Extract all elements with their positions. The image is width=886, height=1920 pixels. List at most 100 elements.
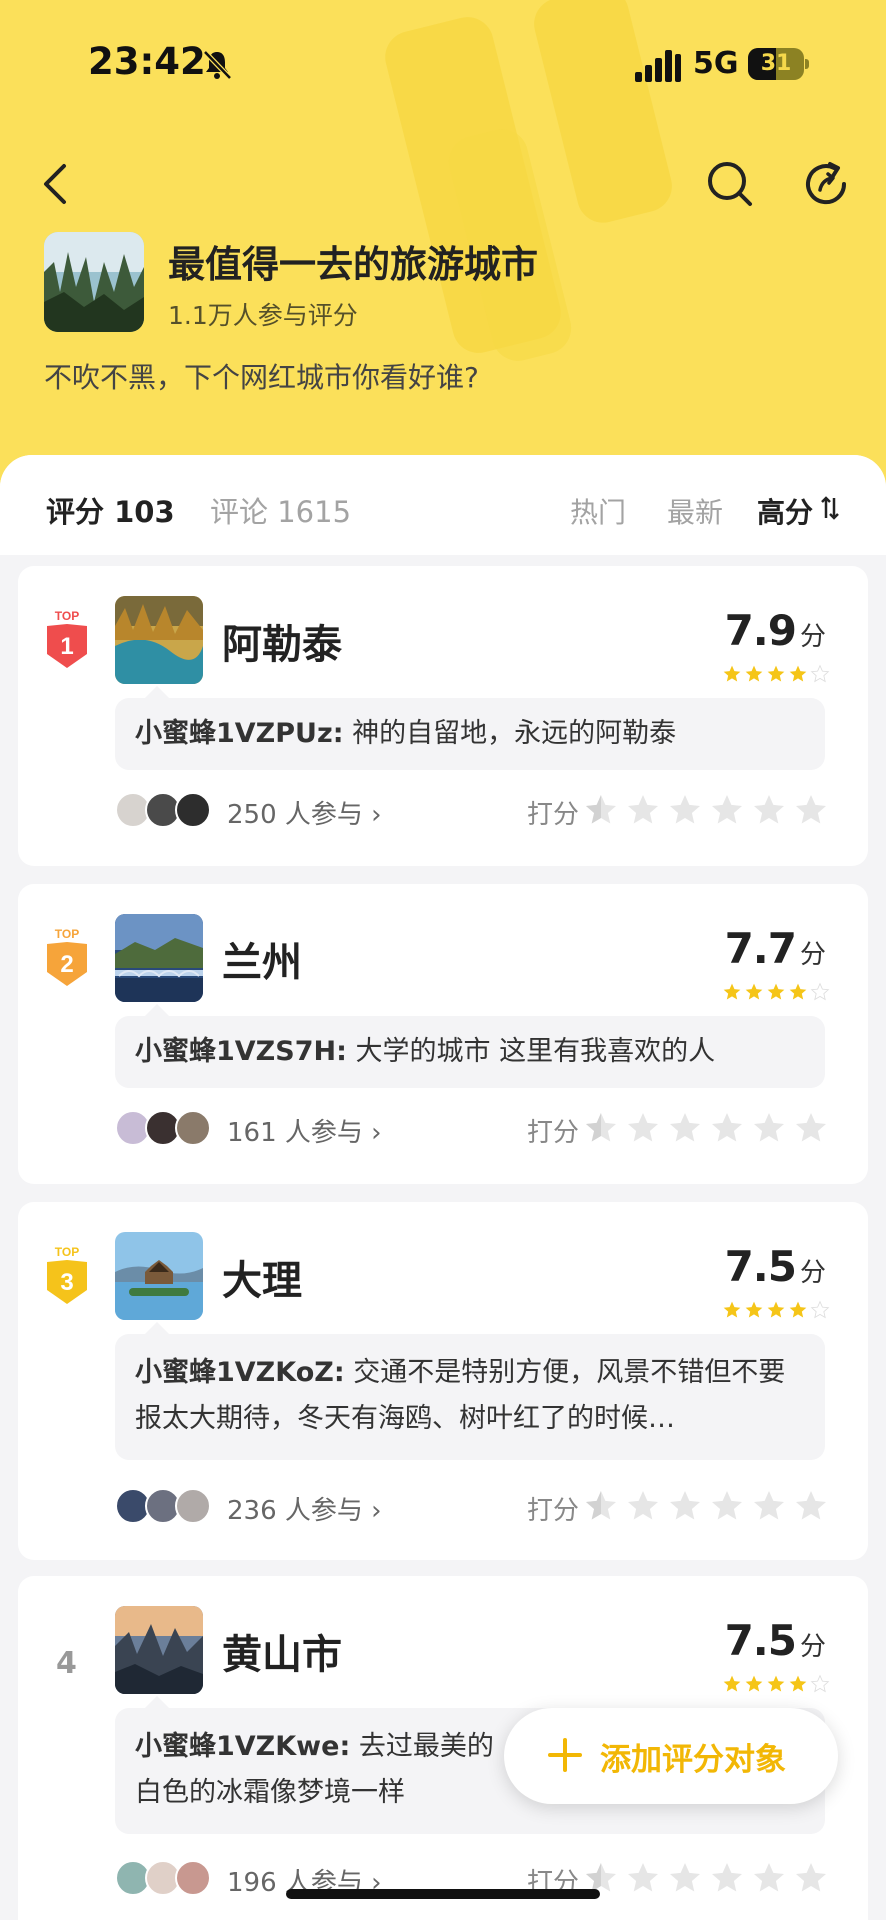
topic-description: 不吹不黑，下个网红城市你看好谁? [44,361,479,394]
star-icon [745,1675,763,1692]
star-icon [745,983,763,1000]
plus-icon [548,1738,582,1772]
participant-avatars [115,1860,225,1898]
avatar [175,792,211,828]
svg-text:1: 1 [60,633,73,660]
rank-badge-icon: TOP 3 [47,1246,87,1304]
mute-bell-icon [203,50,232,80]
star-icon [796,1863,826,1892]
city-name: 兰州 [222,940,302,986]
city-thumbnail [115,914,203,1002]
star-icon [745,1301,763,1318]
rate-stars[interactable] [583,792,829,828]
battery-level: 31 [760,51,792,76]
tab-comments[interactable]: 评论 1615 [210,489,351,531]
participant-count: 1.1万人参与评分 [168,301,358,330]
topic-header: 23:42 5G 31 最值得一去的旅游城市 1.1万人参与评分 不吹不黑，下个… [0,0,886,500]
back-arrow-icon[interactable] [30,158,82,210]
star-icon [796,795,826,824]
star-icon [628,1113,658,1142]
city-name: 黄山市 [222,1632,342,1678]
star-icon [767,1301,785,1318]
status-bar: 23:42 5G 31 [0,0,886,130]
star-icon [723,983,741,1000]
star-icon [670,795,700,824]
sort-hot[interactable]: 热门 [570,491,626,531]
page-title: 最值得一去的旅游城市 [168,243,538,286]
star-icon [810,1300,830,1319]
score-stars [722,982,830,1002]
signal-icon [635,50,681,82]
star-icon [628,795,658,824]
participants-link[interactable]: 236 人参与 › [227,1490,382,1527]
avatar [175,1110,211,1146]
participant-avatars [115,1110,225,1148]
star-icon [754,1863,784,1892]
sort-order-icon[interactable] [820,495,840,521]
star-icon [767,1675,785,1692]
city-score: 7.5 分 [724,1616,826,1665]
city-score: 7.9 分 [724,606,826,655]
star-icon [754,795,784,824]
rate-stars[interactable] [583,1110,829,1146]
rank-badge-icon: TOP 2 [47,928,87,986]
rank-card-3[interactable]: TOP 3 大理 7.5 分 小蜜蜂1VZKoZ: 交通不是特别方便，风景不错但不… [18,1202,868,1560]
search-icon[interactable] [704,158,756,210]
star-icon [723,665,741,682]
rate-label: 打分 [527,1118,580,1148]
avatar [175,1488,211,1524]
rank-card-2[interactable]: TOP 2 兰州 7.7 分 小蜜蜂1VZS7H: 大学的城市 这里有我喜欢的人 … [18,884,868,1184]
card-footer: 236 人参与 › 打分 [115,1486,826,1528]
tab-bar: 评分 103 评论 1615 热门 最新 高分 [0,455,886,555]
city-thumbnail [115,596,203,684]
participant-avatars [115,792,225,830]
participant-avatars [115,1488,225,1526]
star-icon [789,983,807,1000]
rate-stars[interactable] [583,1488,829,1524]
rank-badge-icon: TOP 1 [47,610,87,668]
star-icon [628,1491,658,1520]
star-icon [767,983,785,1000]
top-comment: 小蜜蜂1VZKoZ: 交通不是特别方便，风景不错但不要报太大期待，冬天有海鸥、树… [115,1322,825,1460]
top-comment: 小蜜蜂1VZS7H: 大学的城市 这里有我喜欢的人 [115,1004,825,1088]
star-icon [745,665,763,682]
participants-link[interactable]: 250 人参与 › [227,794,382,831]
participants-link[interactable]: 161 人参与 › [227,1112,382,1149]
share-icon[interactable] [800,158,852,210]
star-icon [723,1675,741,1692]
rate-stars[interactable] [583,1860,829,1896]
sort-high[interactable]: 高分 [757,491,813,531]
star-icon [712,1863,742,1892]
star-icon [670,1113,700,1142]
rate-label: 打分 [527,800,580,830]
score-stars [722,664,830,684]
home-indicator[interactable] [286,1889,600,1899]
battery-icon: 31 [748,48,809,80]
city-name: 大理 [222,1258,302,1304]
sort-new[interactable]: 最新 [667,491,723,531]
star-icon [754,1113,784,1142]
topic-cover-image [44,232,144,332]
star-icon [712,1113,742,1142]
star-icon [754,1491,784,1520]
star-icon [723,1301,741,1318]
star-icon [789,1301,807,1318]
star-icon [670,1863,700,1892]
svg-text:TOP: TOP [55,1246,79,1259]
star-icon [712,795,742,824]
status-time: 23:42 [88,40,206,83]
star-icon [586,795,616,824]
tab-rating[interactable]: 评分 103 [46,489,175,531]
star-icon [628,1863,658,1892]
star-icon [670,1491,700,1520]
svg-text:3: 3 [60,1269,73,1296]
star-icon [796,1491,826,1520]
rank-card-1[interactable]: TOP 1 阿勒泰 7.9 分 小蜜蜂1VZPUz: 神的自留地，永远的阿勒泰 2… [18,566,868,866]
star-icon [796,1113,826,1142]
city-score: 7.5 分 [724,1242,826,1291]
star-icon [810,982,830,1001]
add-rating-target-label: 添加评分对象 [600,1742,786,1778]
add-rating-target-button[interactable]: 添加评分对象 [504,1708,838,1804]
svg-text:2: 2 [60,951,73,978]
star-icon [586,1113,616,1142]
